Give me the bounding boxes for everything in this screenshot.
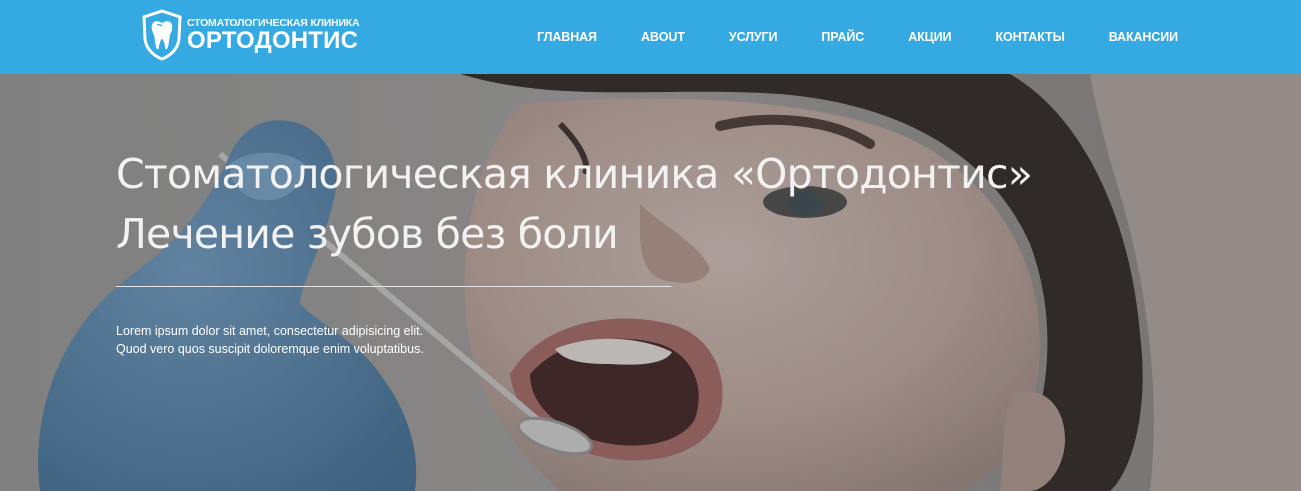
logo-name: ОРТОДОНТИС [187, 27, 359, 54]
hero-section: Стоматологическая клиника «Ортодонтис» Л… [0, 74, 1301, 491]
logo[interactable]: СТОМАТОЛОГИЧЕСКАЯ КЛИНИКА ОРТОДОНТИС [141, 7, 360, 63]
hero-text-line-1: Lorem ipsum dolor sit amet, consectetur … [116, 324, 424, 338]
nav-prices[interactable]: ПРАЙС [799, 30, 886, 44]
tooth-shield-icon [142, 9, 182, 61]
hero-divider [116, 286, 671, 287]
hero-title-line-1: Стоматологическая клиника «Ортодонтис» [116, 150, 1033, 198]
hero-text-line-2: Quod vero quos suscipit doloremque enim … [116, 342, 424, 356]
nav-contacts[interactable]: КОНТАКТЫ [973, 30, 1086, 44]
nav-promotions[interactable]: АКЦИИ [886, 30, 973, 44]
hero-description: Lorem ipsum dolor sit amet, consectetur … [116, 322, 476, 358]
site-header: СТОМАТОЛОГИЧЕСКАЯ КЛИНИКА ОРТОДОНТИС ГЛА… [0, 0, 1301, 74]
hero-dark-overlay [0, 74, 1301, 491]
nav-vacancies[interactable]: ВАКАНСИИ [1087, 30, 1200, 44]
main-nav: ГЛАВНАЯ ABOUT УСЛУГИ ПРАЙС АКЦИИ КОНТАКТ… [515, 0, 1200, 74]
nav-home[interactable]: ГЛАВНАЯ [515, 30, 619, 44]
nav-services[interactable]: УСЛУГИ [707, 30, 800, 44]
hero-title-line-2: Лечение зубов без боли [116, 210, 619, 258]
nav-about[interactable]: ABOUT [619, 30, 707, 44]
hero-title: Стоматологическая клиника «Ортодонтис» Л… [116, 144, 1096, 264]
